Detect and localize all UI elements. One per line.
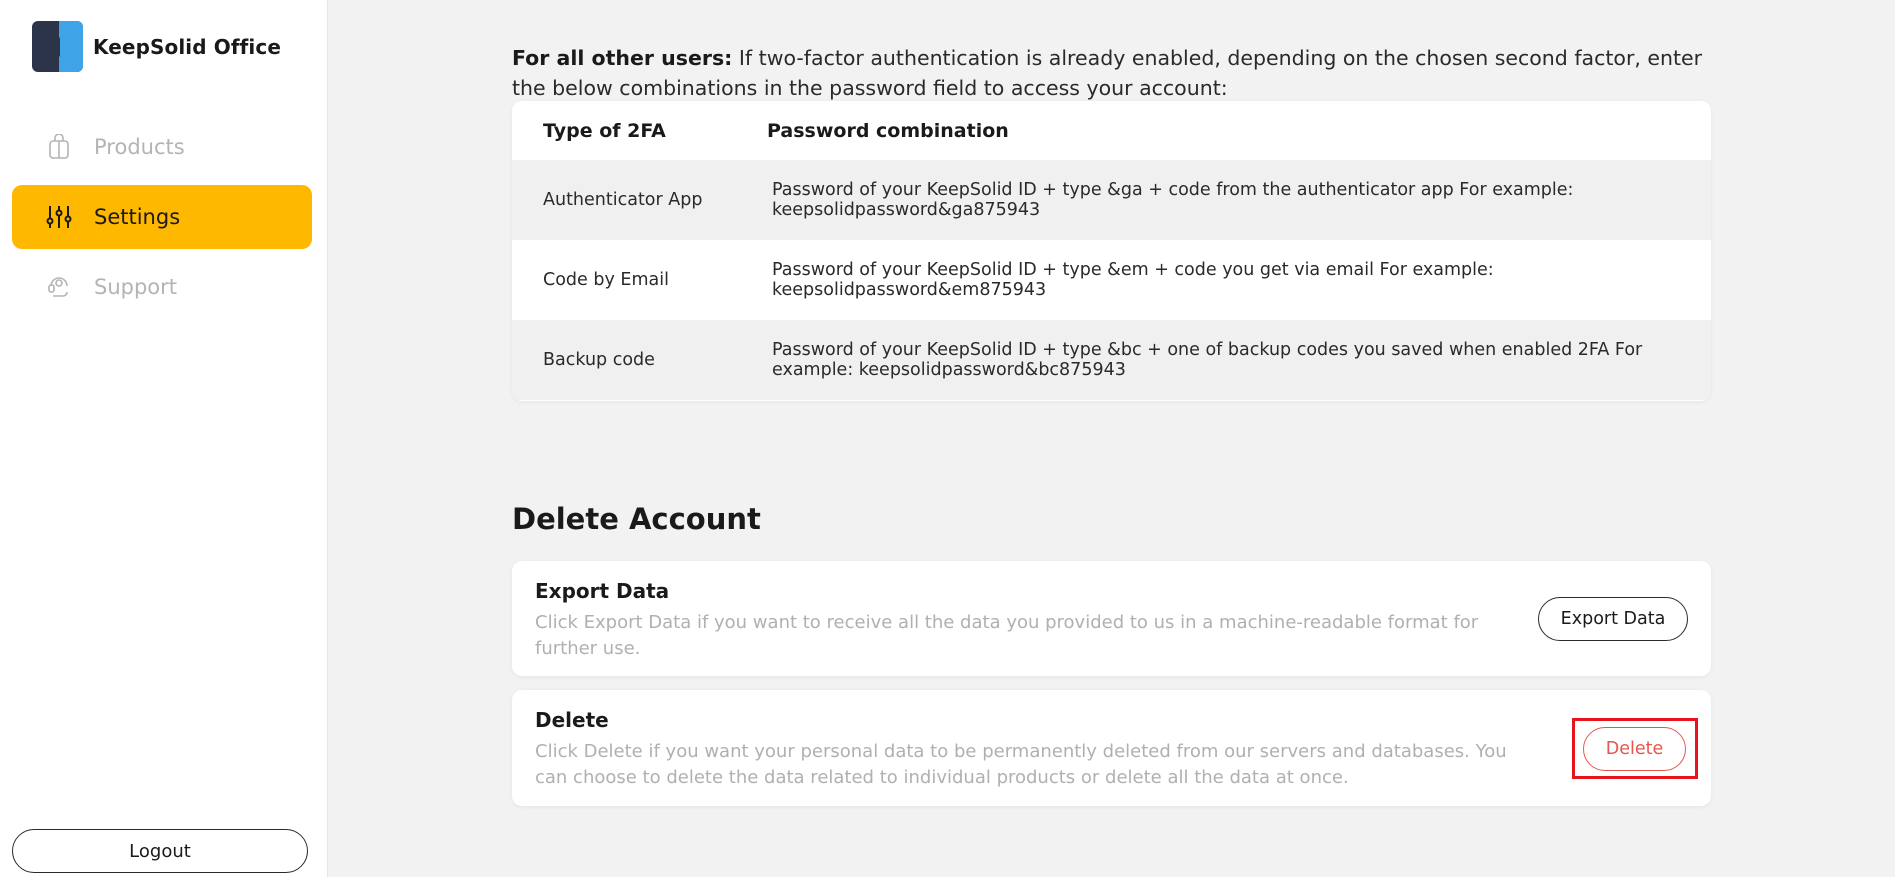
sliders-icon bbox=[44, 202, 74, 232]
sidebar-item-settings[interactable]: Settings bbox=[12, 185, 312, 249]
table-cell-type: Backup code bbox=[543, 350, 655, 370]
card-title: Export Data bbox=[535, 579, 670, 603]
export-data-button[interactable]: Export Data bbox=[1538, 597, 1688, 641]
export-data-card: Export Data Click Export Data if you wan… bbox=[512, 561, 1711, 676]
two-factor-intro: For all other users: If two-factor authe… bbox=[512, 43, 1714, 103]
table-cell-type: Authenticator App bbox=[543, 190, 703, 210]
table-cell-combination: Password of your KeepSolid ID + type &bc… bbox=[772, 340, 1643, 380]
card-description: Click Delete if you want your personal d… bbox=[535, 741, 1507, 788]
bag-icon bbox=[44, 132, 74, 162]
intro-bold: For all other users: bbox=[512, 45, 733, 70]
section-title: Delete Account bbox=[512, 502, 761, 536]
main-content: For all other users: If two-factor authe… bbox=[328, 0, 1895, 877]
card-description: Click Export Data if you want to receive… bbox=[535, 612, 1479, 659]
card-title: Delete bbox=[535, 708, 609, 732]
sidebar-item-label: Support bbox=[94, 275, 178, 299]
table-header: Type of 2FA Password combination bbox=[512, 101, 1711, 160]
table-row: Authenticator App Password of your KeepS… bbox=[512, 160, 1711, 240]
table-cell-combination: Password of your KeepSolid ID + type &em… bbox=[772, 260, 1494, 300]
sidebar-nav: Products Settings Support bbox=[12, 115, 312, 325]
delete-card: Delete Click Delete if you want your per… bbox=[512, 690, 1711, 806]
table-cell-combination: Password of your KeepSolid ID + type &ga… bbox=[772, 180, 1574, 220]
sidebar-item-products[interactable]: Products bbox=[12, 115, 312, 179]
two-factor-table: Type of 2FA Password combination Authent… bbox=[512, 101, 1711, 401]
sidebar-item-label: Products bbox=[94, 135, 185, 159]
sidebar-item-label: Settings bbox=[94, 205, 181, 229]
brand-name: KeepSolid Office bbox=[93, 34, 282, 59]
logout-button[interactable]: Logout bbox=[12, 829, 308, 873]
delete-button[interactable]: Delete bbox=[1583, 727, 1686, 771]
table-row: Backup code Password of your KeepSolid I… bbox=[512, 320, 1711, 400]
table-header-combination: Password combination bbox=[767, 119, 1009, 142]
brand[interactable]: KeepSolid Office bbox=[32, 21, 281, 72]
keepsolid-logo-icon bbox=[32, 21, 83, 72]
sidebar: KeepSolid Office Products Settings Suppo… bbox=[0, 0, 328, 877]
headset-icon bbox=[44, 272, 74, 302]
table-row: Code by Email Password of your KeepSolid… bbox=[512, 240, 1711, 320]
table-header-type: Type of 2FA bbox=[543, 119, 666, 142]
sidebar-item-support[interactable]: Support bbox=[12, 255, 312, 319]
table-cell-type: Code by Email bbox=[543, 270, 669, 290]
